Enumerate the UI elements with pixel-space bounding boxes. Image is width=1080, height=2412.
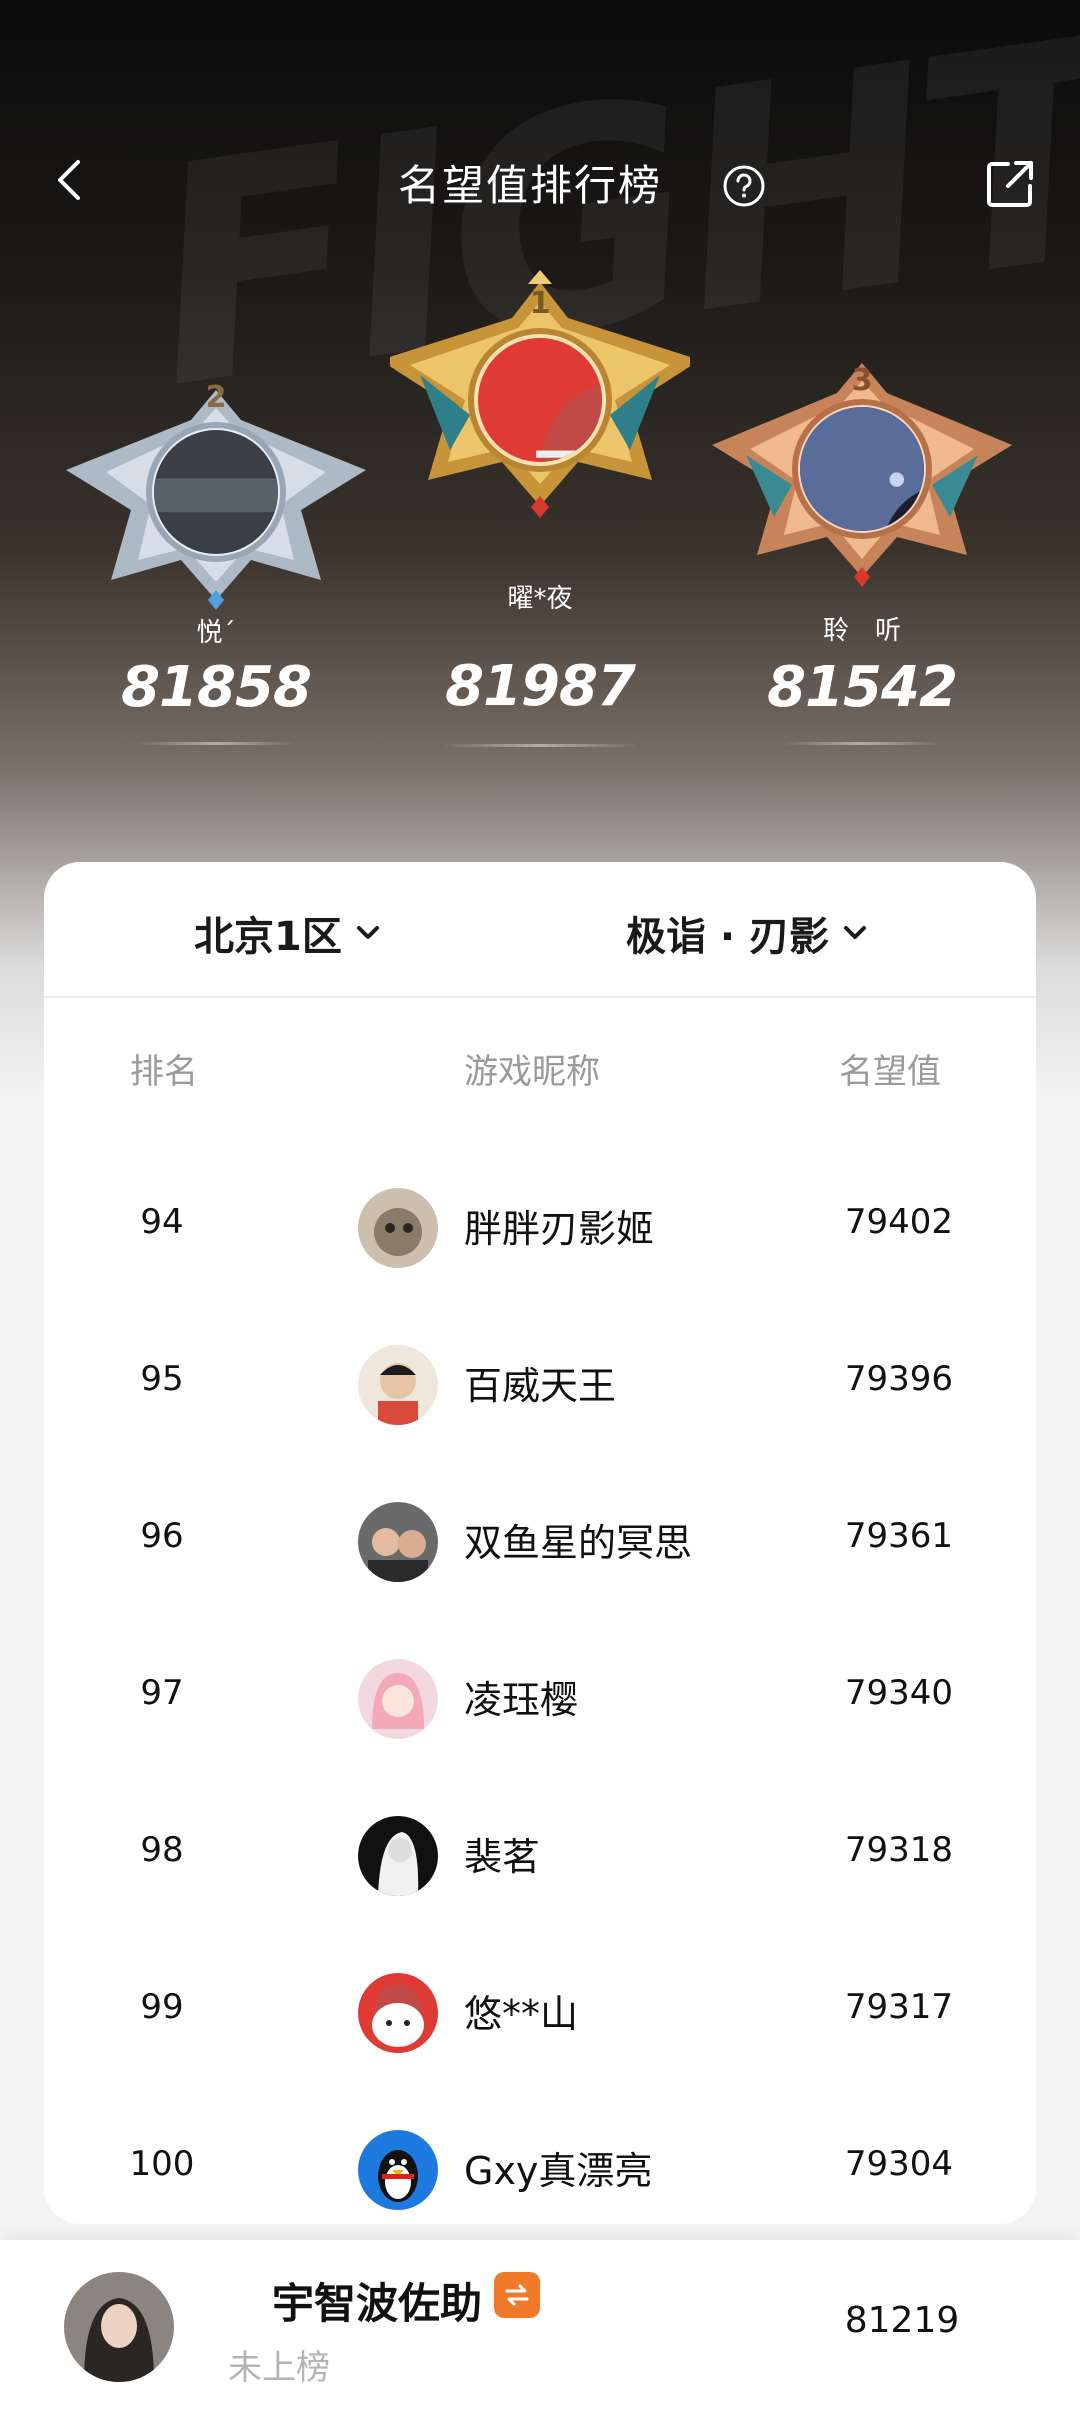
table-row[interactable]: 94 胖胖刃影姬 79402: [44, 1148, 1036, 1305]
avatar: [358, 1188, 438, 1268]
podium-score: 81858: [121, 655, 312, 720]
row-rank: 100: [129, 2144, 195, 2184]
table-row[interactable]: 98 裴茗 79318: [44, 1776, 1036, 1933]
divider: [782, 742, 942, 745]
table-row[interactable]: 95 百威天王 79396: [44, 1305, 1036, 1462]
avatar: [358, 2130, 438, 2210]
row-rank: 96: [140, 1516, 184, 1556]
self-name: 宇智波佐助: [272, 2279, 483, 2328]
row-rank: 99: [140, 1987, 184, 2027]
page-title: 名望值排行榜: [397, 161, 662, 210]
row-name: 双鱼星的冥思: [464, 1521, 693, 1565]
column-header-nickname: 游戏昵称: [464, 1052, 600, 1092]
swap-icon: [505, 2284, 529, 2306]
top-bar: 名望值排行榜: [0, 130, 1080, 240]
row-rank: 95: [140, 1359, 184, 1399]
avatar: [154, 430, 278, 554]
row-rank: 94: [140, 1202, 184, 1242]
divider: [440, 744, 640, 747]
avatar: [800, 407, 924, 531]
row-name: 凌珏樱: [464, 1678, 579, 1722]
row-name: 裴茗: [464, 1835, 541, 1879]
chevron-down-icon: [844, 926, 867, 939]
chevron-down-icon: [356, 926, 379, 939]
row-rank: 97: [140, 1673, 184, 1713]
server-dropdown[interactable]: 北京1区: [194, 904, 384, 962]
help-button[interactable]: [720, 162, 768, 210]
transfer-badge: [494, 2272, 540, 2318]
server-label: 北京1区: [194, 914, 342, 960]
leaderboard-card: 北京1区 极诣 · 刃影 排名 游戏昵称 名望值 94 胖胖刃影姬 79402 …: [44, 862, 1036, 2224]
help-icon: [723, 165, 765, 207]
role-dropdown[interactable]: 极诣 · 刃影: [626, 904, 871, 962]
filter-bar: 北京1区 极诣 · 刃影: [44, 862, 1036, 998]
column-header-score: 名望值: [839, 1052, 941, 1092]
avatar: [358, 1502, 438, 1582]
table-row[interactable]: 96 双鱼星的冥思 79361: [44, 1462, 1036, 1619]
podium-rank-2[interactable]: 2 悦´ 81858: [66, 360, 366, 840]
self-rank-bar[interactable]: 宇智波佐助 未上榜 81219: [0, 2240, 1080, 2412]
row-score: 79402: [844, 1202, 954, 1242]
podium-rank-1[interactable]: 1 曜*夜 81987: [390, 270, 690, 750]
row-score: 79396: [844, 1359, 954, 1399]
podium-rank-number: 2: [205, 380, 227, 415]
table-row[interactable]: 97 凌珏樱 79340: [44, 1619, 1036, 1776]
self-status: 未上榜: [228, 2348, 330, 2388]
avatar: [64, 2272, 174, 2382]
gold-medal: 1: [390, 270, 690, 570]
row-name: Gxy真漂亮: [464, 2149, 653, 2193]
row-score: 79318: [844, 1830, 954, 1870]
podium-score: 81542: [767, 655, 958, 720]
share-icon: [987, 161, 1033, 207]
row-score: 79340: [844, 1673, 954, 1713]
row-score: 79361: [844, 1516, 954, 1556]
podium-rank-number: 3: [851, 363, 873, 398]
podium-name: 曜*夜: [507, 584, 573, 614]
podium-score: 81987: [445, 654, 636, 719]
row-name: 胖胖刃影姬: [464, 1207, 655, 1251]
avatar: [358, 1659, 438, 1739]
self-score: 81219: [844, 2300, 960, 2341]
avatar: [358, 1973, 438, 2053]
podium-name: 聆 听: [822, 616, 901, 646]
share-button[interactable]: [980, 154, 1040, 214]
role-label: 极诣 · 刃影: [626, 914, 830, 960]
row-rank: 98: [140, 1830, 184, 1870]
podium-rank-3[interactable]: 3 聆 听 81542: [712, 345, 1012, 825]
table-row[interactable]: 99 悠**山 79317: [44, 1933, 1036, 2090]
row-name: 百威天王: [464, 1364, 617, 1408]
divider: [136, 742, 296, 745]
podium-name: 悦´: [196, 618, 236, 648]
row-name: 悠**山: [464, 1992, 579, 2036]
column-header-rank: 排名: [130, 1052, 198, 1092]
avatar: [358, 1345, 438, 1425]
row-score: 79304: [844, 2144, 954, 2184]
ranking-list: 94 胖胖刃影姬 79402 95 百威天王 79396 96 双鱼星的冥思 7…: [44, 1148, 1036, 2224]
row-score: 79317: [844, 1987, 954, 2027]
avatar: [478, 338, 602, 462]
avatar: [358, 1816, 438, 1896]
podium-rank-number: 1: [529, 286, 551, 321]
bronze-medal: 3: [712, 345, 1012, 645]
table-row[interactable]: 100 Gxy真漂亮 79304: [44, 2090, 1036, 2224]
